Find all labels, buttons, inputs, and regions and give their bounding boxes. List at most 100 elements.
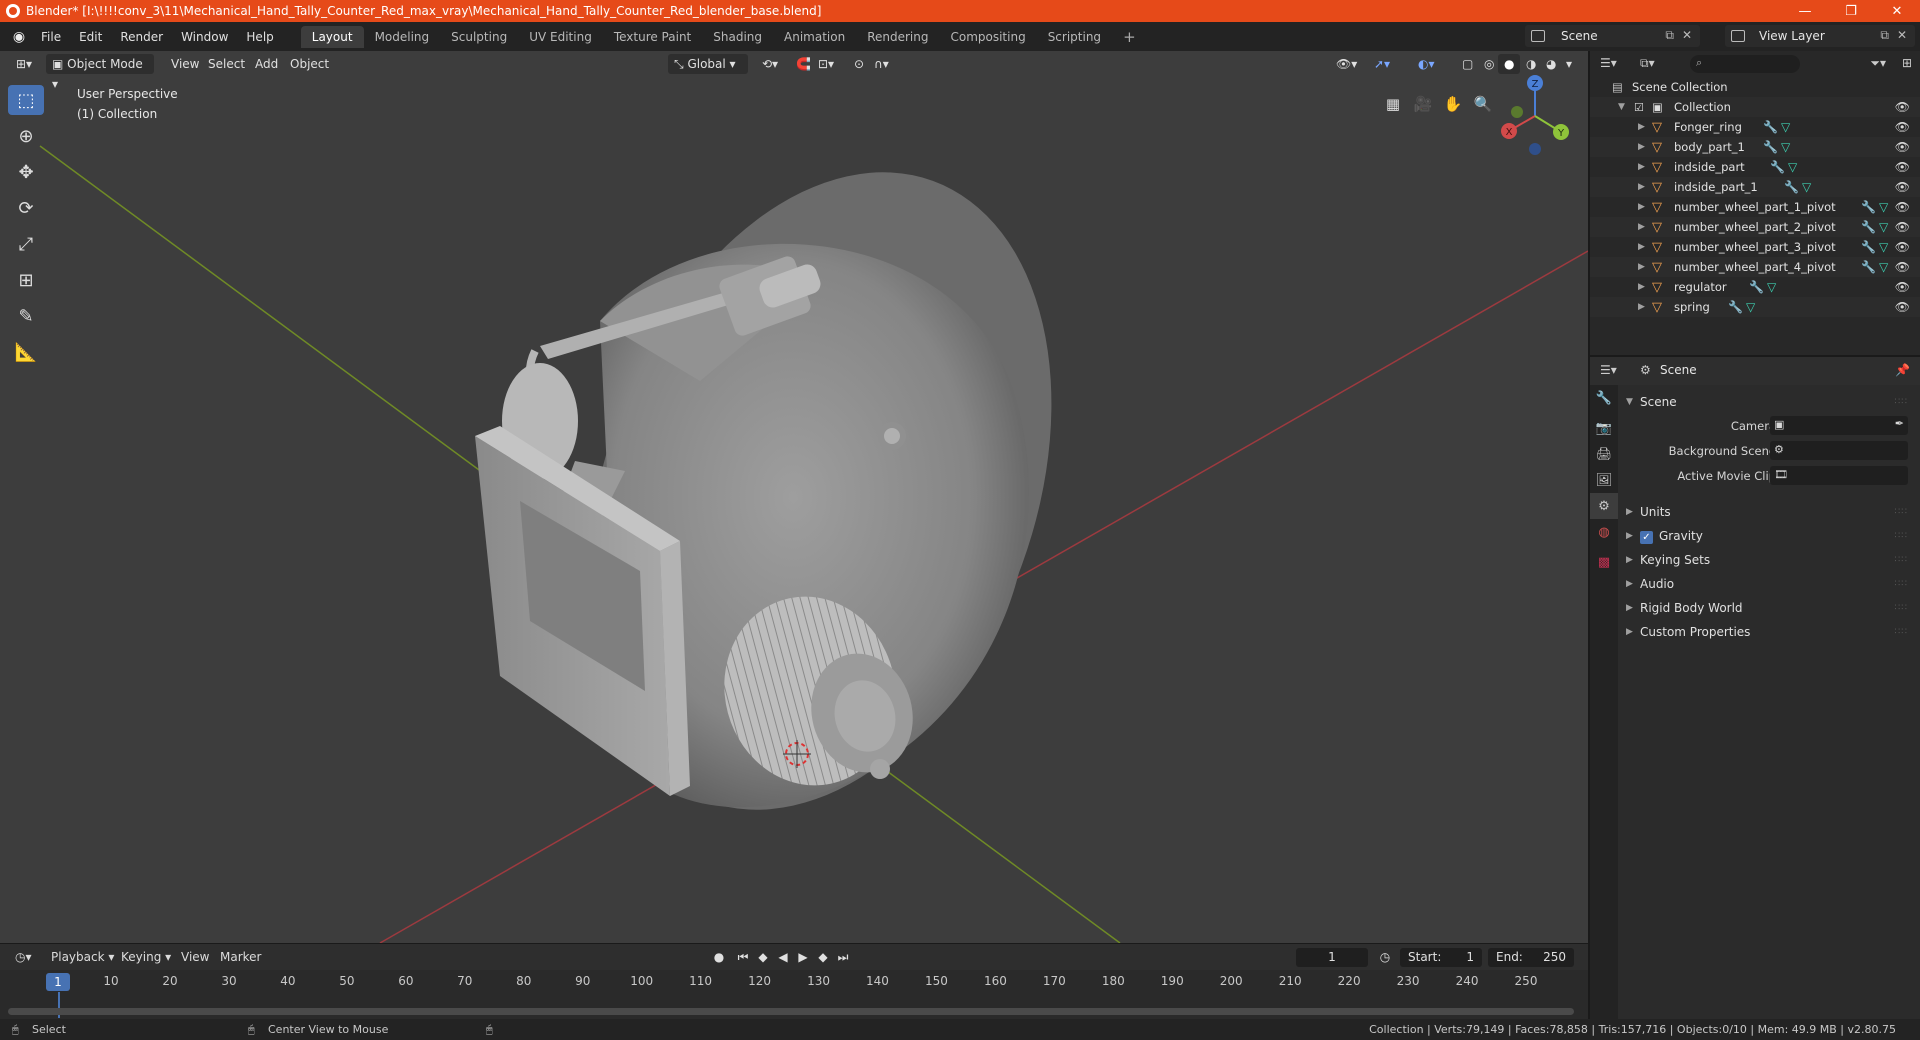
tab-scripting[interactable]: Scripting — [1037, 26, 1112, 48]
section-rigid-body-world[interactable]: ▶ Rigid Body World ∷∷ — [1626, 597, 1916, 619]
tool-tab-icon[interactable]: 🔧 — [1590, 385, 1618, 411]
outliner-object-row[interactable]: ▶ ▽ number_wheel_part_2_pivot 🔧 ▽ 👁 — [1590, 217, 1920, 237]
render-tab-icon[interactable]: 📷 — [1590, 415, 1618, 441]
jump-end-icon[interactable]: ⏭ — [834, 948, 852, 966]
chevron-right-icon[interactable]: ▶ — [1638, 122, 1645, 132]
play-reverse-icon[interactable]: ◀ — [774, 948, 792, 966]
snap-target-icon[interactable]: ⊡▾ — [812, 54, 840, 74]
end-frame-field[interactable]: End: 250 — [1488, 948, 1574, 967]
timeline-menu-marker[interactable]: Marker — [215, 947, 266, 967]
display-mode-icon[interactable]: ⧉▾ — [1640, 56, 1655, 71]
outliner-object-row[interactable]: ▶ ▽ number_wheel_part_1_pivot 🔧 ▽ 👁 — [1590, 197, 1920, 217]
chevron-right-icon[interactable]: ▶ — [1638, 142, 1645, 152]
drag-handle-icon[interactable]: ∷∷ — [1895, 525, 1908, 547]
outliner-object-row[interactable]: ▶ ▽ body_part_1 🔧 ▽ 👁 — [1590, 137, 1920, 157]
add-workspace-button[interactable]: + — [1112, 26, 1147, 48]
mesh-data-icon[interactable]: ▽ — [1781, 140, 1790, 154]
section-units[interactable]: ▶ Units ∷∷ — [1626, 501, 1916, 523]
chevron-right-icon[interactable]: ▶ — [1638, 202, 1645, 212]
collection-checkbox-icon[interactable]: ☑ — [1634, 101, 1644, 114]
eye-icon[interactable]: 👁 — [1895, 280, 1910, 294]
modifier-wrench-icon[interactable]: 🔧 — [1770, 160, 1785, 174]
eye-icon[interactable]: 👁 — [1895, 300, 1910, 314]
current-frame-field[interactable]: 1 — [1296, 948, 1368, 967]
outliner-object-row[interactable]: ▶ ▽ indside_part_1 🔧 ▽ 👁 — [1590, 177, 1920, 197]
outliner-search-input[interactable]: ⌕ — [1690, 55, 1800, 73]
chevron-right-icon[interactable]: ▶ — [1638, 182, 1645, 192]
chevron-right-icon[interactable]: ▶ — [1638, 222, 1645, 232]
drag-handle-icon[interactable]: ∷∷ — [1895, 549, 1908, 571]
tab-modeling[interactable]: Modeling — [364, 26, 441, 48]
viewport-menu-object[interactable]: Object — [284, 54, 335, 74]
maximize-button[interactable]: ❐ — [1828, 0, 1874, 22]
tally-counter-model[interactable] — [475, 107, 1135, 874]
menu-window[interactable]: Window — [172, 30, 237, 44]
properties-editor-type-icon[interactable]: ☰▾ — [1600, 363, 1617, 377]
proportional-edit-icon[interactable]: ⊙ — [848, 54, 870, 74]
eye-icon[interactable]: 👁 — [1895, 120, 1910, 134]
timeline-menu-view[interactable]: View — [176, 947, 214, 967]
modifier-wrench-icon[interactable]: 🔧 — [1861, 240, 1876, 254]
toggle-grid-view-icon[interactable]: ▦ — [1380, 91, 1406, 117]
play-icon[interactable]: ▶ — [794, 948, 812, 966]
section-keying-sets[interactable]: ▶ Keying Sets ∷∷ — [1626, 549, 1916, 571]
menu-edit[interactable]: Edit — [70, 30, 111, 44]
background-scene-field[interactable]: ⚙ — [1770, 441, 1908, 460]
modifier-wrench-icon[interactable]: 🔧 — [1763, 140, 1778, 154]
minimize-button[interactable]: — — [1782, 0, 1828, 22]
mesh-data-icon[interactable]: ▽ — [1802, 180, 1811, 194]
viewport-menu-add[interactable]: Add — [249, 54, 284, 74]
outliner-object-row[interactable]: ▶ ▽ number_wheel_part_3_pivot 🔧 ▽ 👁 — [1590, 237, 1920, 257]
eye-icon[interactable]: 👁 — [1895, 220, 1910, 234]
tab-animation[interactable]: Animation — [773, 26, 856, 48]
camera-view-icon[interactable]: 🎥 — [1410, 91, 1436, 117]
scale-tool-icon[interactable]: ⤢ — [8, 229, 44, 259]
eye-icon[interactable]: 👁 — [1895, 180, 1910, 194]
mesh-data-icon[interactable]: ▽ — [1879, 220, 1888, 234]
mesh-data-icon[interactable]: ▽ — [1879, 240, 1888, 254]
tab-texture-paint[interactable]: Texture Paint — [603, 26, 702, 48]
section-audio[interactable]: ▶ Audio ∷∷ — [1626, 573, 1916, 595]
pan-view-icon[interactable]: ✋ — [1440, 91, 1466, 117]
mesh-data-icon[interactable]: ▽ — [1746, 300, 1755, 314]
drag-handle-icon[interactable]: ∷∷ — [1895, 391, 1908, 413]
record-button-icon[interactable]: ● — [710, 948, 728, 966]
viewport-menu-select[interactable]: Select — [202, 54, 251, 74]
tab-sculpting[interactable]: Sculpting — [440, 26, 518, 48]
section-custom-properties[interactable]: ▶ Custom Properties ∷∷ — [1626, 621, 1916, 643]
view-layer-tab-icon[interactable]: 🖼 — [1590, 467, 1618, 493]
chevron-down-icon[interactable]: ▼ — [1618, 102, 1625, 112]
viewport-menu-view[interactable]: View — [165, 54, 205, 74]
view-layer-selector[interactable]: View Layer ⧉ ✕ — [1725, 25, 1915, 47]
drag-handle-icon[interactable]: ∷∷ — [1895, 501, 1908, 523]
rotate-tool-icon[interactable]: ⟳ — [8, 193, 44, 223]
mesh-data-icon[interactable]: ▽ — [1781, 120, 1790, 134]
outliner-object-row[interactable]: ▶ ▽ spring 🔧 ▽ 👁 — [1590, 297, 1920, 317]
eye-icon[interactable]: 👁 — [1895, 160, 1910, 174]
outliner-object-row[interactable]: ▶ ▽ Fonger_ring 🔧 ▽ 👁 — [1590, 117, 1920, 137]
move-tool-icon[interactable]: ✥ — [8, 157, 44, 187]
axis-gizmo[interactable]: Z X Y — [1495, 71, 1575, 161]
gravity-checkbox[interactable]: ✓ — [1640, 531, 1653, 544]
outliner-object-row[interactable]: ▶ ▽ regulator 🔧 ▽ 👁 — [1590, 277, 1920, 297]
chevron-right-icon[interactable]: ▶ — [1638, 162, 1645, 172]
tab-compositing[interactable]: Compositing — [939, 26, 1036, 48]
drag-handle-icon[interactable]: ∷∷ — [1895, 621, 1908, 643]
jump-keyframe-back-icon[interactable]: ◆ — [754, 948, 772, 966]
scene-selector[interactable]: Scene ⧉ ✕ — [1525, 25, 1700, 47]
modifier-wrench-icon[interactable]: 🔧 — [1861, 220, 1876, 234]
timeline-scrollbar[interactable] — [8, 1008, 1574, 1015]
tab-layout[interactable]: Layout — [300, 25, 364, 48]
menu-help[interactable]: Help — [237, 30, 282, 44]
modifier-wrench-icon[interactable]: 🔧 — [1784, 180, 1799, 194]
transform-tool-icon[interactable]: ⊞ — [8, 265, 44, 295]
eye-icon[interactable]: 👁 — [1895, 240, 1910, 254]
output-tab-icon[interactable]: 🖨 — [1590, 441, 1618, 467]
zoom-view-icon[interactable]: 🔍 — [1470, 91, 1496, 117]
copy-view-layer-icon[interactable]: ⧉ — [1880, 28, 1889, 43]
current-frame-indicator[interactable]: 1 — [46, 973, 70, 991]
menu-file[interactable]: File — [32, 30, 70, 44]
chevron-right-icon[interactable]: ▶ — [1638, 262, 1645, 272]
falloff-icon[interactable]: ∩▾ — [868, 54, 895, 74]
remove-scene-icon[interactable]: ✕ — [1682, 28, 1692, 42]
